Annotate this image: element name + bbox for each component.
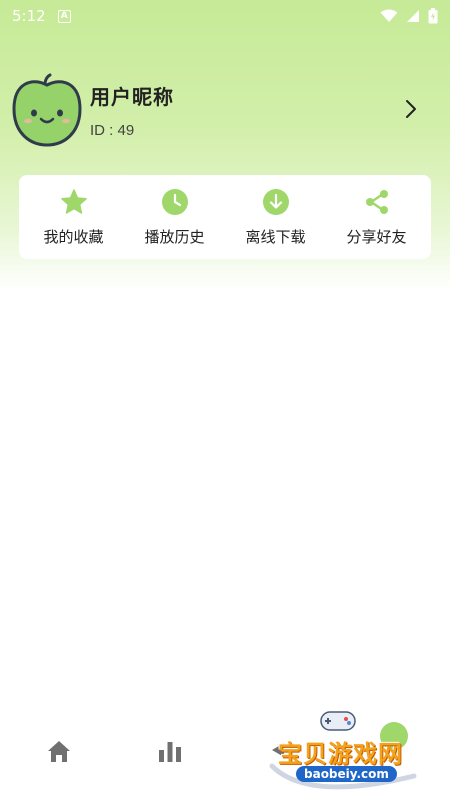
- history-label: 播放历史: [144, 227, 205, 246]
- watermark-title: 宝贝游戏网: [278, 740, 403, 768]
- chevron-right-icon[interactable]: [404, 98, 418, 120]
- signal-icon: [407, 10, 419, 22]
- status-bar: 5:12 A: [0, 0, 450, 32]
- clock-icon: [161, 188, 188, 215]
- history-button[interactable]: 播放历史: [127, 188, 223, 247]
- share-button[interactable]: 分享好友: [329, 188, 425, 247]
- wifi-icon: [380, 9, 398, 22]
- profile-header[interactable]: 用户昵称 ID : 49: [12, 72, 438, 148]
- favorites-label: 我的收藏: [43, 227, 104, 246]
- gamepad-icon: [320, 711, 356, 731]
- offline-download-button[interactable]: 离线下载: [228, 188, 324, 247]
- share-icon: [365, 189, 388, 214]
- quick-actions-card: 我的收藏 播放历史 离线下载 分享好友: [19, 175, 431, 259]
- avatar: [12, 73, 82, 147]
- user-id: ID : 49: [90, 122, 135, 139]
- user-nickname: 用户昵称: [90, 85, 174, 109]
- battery-icon: [428, 8, 438, 24]
- download-icon: [262, 188, 289, 215]
- notification-icon: A: [57, 9, 71, 23]
- offline-download-label: 离线下载: [245, 227, 306, 246]
- watermark-domain: baobeiy.com: [296, 766, 397, 782]
- chart-icon[interactable]: [155, 736, 185, 766]
- status-time: 5:12: [12, 7, 46, 25]
- star-icon: [60, 188, 87, 214]
- watermark-logo: 宝贝游戏网 baobeiy.com: [268, 706, 418, 798]
- share-label: 分享好友: [346, 227, 407, 246]
- home-icon[interactable]: [44, 736, 74, 766]
- favorites-button[interactable]: 我的收藏: [26, 188, 122, 247]
